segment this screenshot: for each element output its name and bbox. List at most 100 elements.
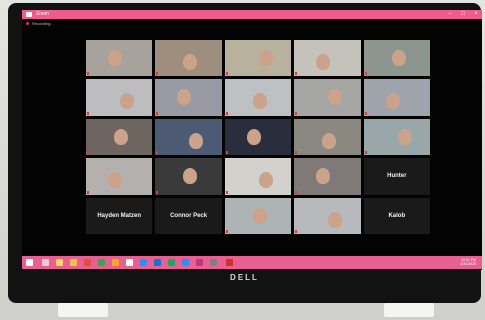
app-icon-white[interactable] (126, 259, 133, 266)
participant-tile[interactable] (294, 118, 361, 156)
participant-video-face (328, 89, 343, 106)
laptop-body: Zoom – □ × Recording... Hunter Hayden Mat… (8, 3, 482, 303)
window-titlebar[interactable]: Zoom – □ × (22, 10, 482, 19)
participant-tile[interactable]: Hunter (363, 158, 430, 195)
participant-tile[interactable] (86, 158, 153, 195)
participant-video-face (252, 207, 267, 224)
participant-tile[interactable] (224, 40, 292, 77)
browser-icon[interactable] (84, 259, 91, 266)
muted-mic-icon (156, 151, 159, 155)
participant-video-face (108, 50, 122, 66)
participant-tile[interactable] (155, 79, 222, 116)
participant-video-face (120, 93, 134, 110)
app-icon-green[interactable] (98, 259, 105, 266)
window-title: Zoom (36, 11, 49, 17)
participant-video-face (322, 132, 337, 149)
participant-video-face (391, 50, 406, 66)
excel-icon[interactable] (168, 259, 175, 266)
muted-mic-icon (295, 72, 298, 76)
participant-video-face (252, 93, 267, 110)
participant-tile[interactable] (86, 40, 153, 77)
participant-video-face (189, 132, 204, 149)
muted-mic-icon (225, 111, 228, 115)
participant-video-face (183, 54, 198, 70)
participant-video-face (385, 93, 400, 110)
dell-logo: DELL (230, 273, 259, 282)
recording-label: Recording... (32, 21, 54, 26)
participant-name: Connor Peck (170, 212, 208, 219)
participant-video-face (258, 50, 273, 66)
muted-mic-icon (364, 72, 367, 76)
laptop-screen: Zoom – □ × Recording... Hunter Hayden Mat… (22, 10, 482, 270)
participant-tile[interactable] (155, 158, 222, 195)
muted-mic-icon (225, 190, 228, 194)
participant-video-face (246, 128, 261, 145)
participant-tile[interactable] (294, 40, 361, 77)
word-icon[interactable] (154, 259, 161, 266)
participant-tile[interactable] (294, 79, 361, 116)
participant-tile[interactable] (86, 79, 153, 116)
zoom-taskbar-icon[interactable] (182, 259, 189, 266)
muted-mic-icon (295, 151, 298, 155)
participant-tile[interactable]: Connor Peck (155, 197, 222, 234)
app-icon-gray[interactable] (210, 259, 217, 266)
participant-tile[interactable] (155, 118, 222, 156)
muted-mic-icon (364, 111, 367, 115)
acrobat-icon[interactable] (226, 259, 233, 266)
app-icon-magenta[interactable] (196, 259, 203, 266)
minimize-icon[interactable]: – (444, 10, 456, 19)
muted-mic-icon (156, 190, 159, 194)
muted-mic-icon (295, 111, 298, 115)
close-icon[interactable]: × (470, 10, 482, 19)
windows-taskbar: 10:01 PM 3/31/2020 (22, 256, 482, 269)
participant-tile[interactable]: Hayden Matzen (86, 197, 153, 234)
task-view-icon[interactable] (56, 259, 63, 266)
participant-tile[interactable] (224, 158, 292, 195)
participant-tile[interactable] (155, 40, 222, 77)
participant-tile[interactable] (363, 79, 430, 116)
participant-name: Kalob (388, 212, 406, 219)
participant-tile[interactable] (224, 118, 292, 156)
muted-mic-icon (87, 111, 89, 115)
muted-mic-icon (364, 151, 367, 155)
app-icon-orange[interactable] (112, 259, 119, 266)
recording-indicator: Recording... (26, 21, 54, 26)
laptop-foot-right (384, 303, 434, 317)
muted-mic-icon (225, 151, 228, 155)
app-icon-blue[interactable] (140, 259, 147, 266)
participant-tile[interactable] (363, 40, 430, 77)
participant-tile[interactable] (294, 158, 361, 195)
file-explorer-icon[interactable] (70, 259, 77, 266)
tray-date: 3/31/2020 (460, 262, 476, 266)
participant-tile[interactable] (363, 118, 430, 156)
muted-mic-icon (87, 72, 89, 76)
gallery-grid: Hunter Hayden Matzen Connor Peck Kalob (86, 40, 430, 234)
search-icon[interactable] (42, 259, 49, 266)
participant-tile[interactable]: Kalob (363, 197, 430, 234)
start-icon[interactable] (26, 259, 33, 266)
system-tray-clock[interactable]: 10:01 PM 3/31/2020 (460, 258, 476, 266)
muted-mic-icon (295, 190, 298, 194)
participant-video-face (114, 128, 128, 145)
muted-mic-icon (295, 230, 298, 233)
participant-video-face (316, 168, 331, 185)
muted-mic-icon (156, 111, 159, 115)
participant-video-face (316, 54, 331, 70)
participant-video-face (258, 172, 273, 189)
muted-mic-icon (87, 151, 89, 155)
participant-tile[interactable] (86, 118, 153, 156)
participant-tile[interactable] (294, 197, 361, 234)
participant-video-face (108, 172, 122, 189)
muted-mic-icon (225, 72, 228, 76)
participant-name: Hayden Matzen (97, 212, 142, 219)
muted-mic-icon (225, 230, 228, 233)
muted-mic-icon (156, 72, 159, 76)
record-dot-icon (26, 22, 29, 26)
participant-tile[interactable] (224, 79, 292, 116)
maximize-icon[interactable]: □ (457, 10, 469, 19)
zoom-app-icon (26, 12, 32, 17)
participant-name: Hunter (387, 173, 407, 180)
participant-video-face (183, 168, 198, 185)
participant-video-face (397, 128, 412, 145)
participant-tile[interactable] (224, 197, 292, 234)
